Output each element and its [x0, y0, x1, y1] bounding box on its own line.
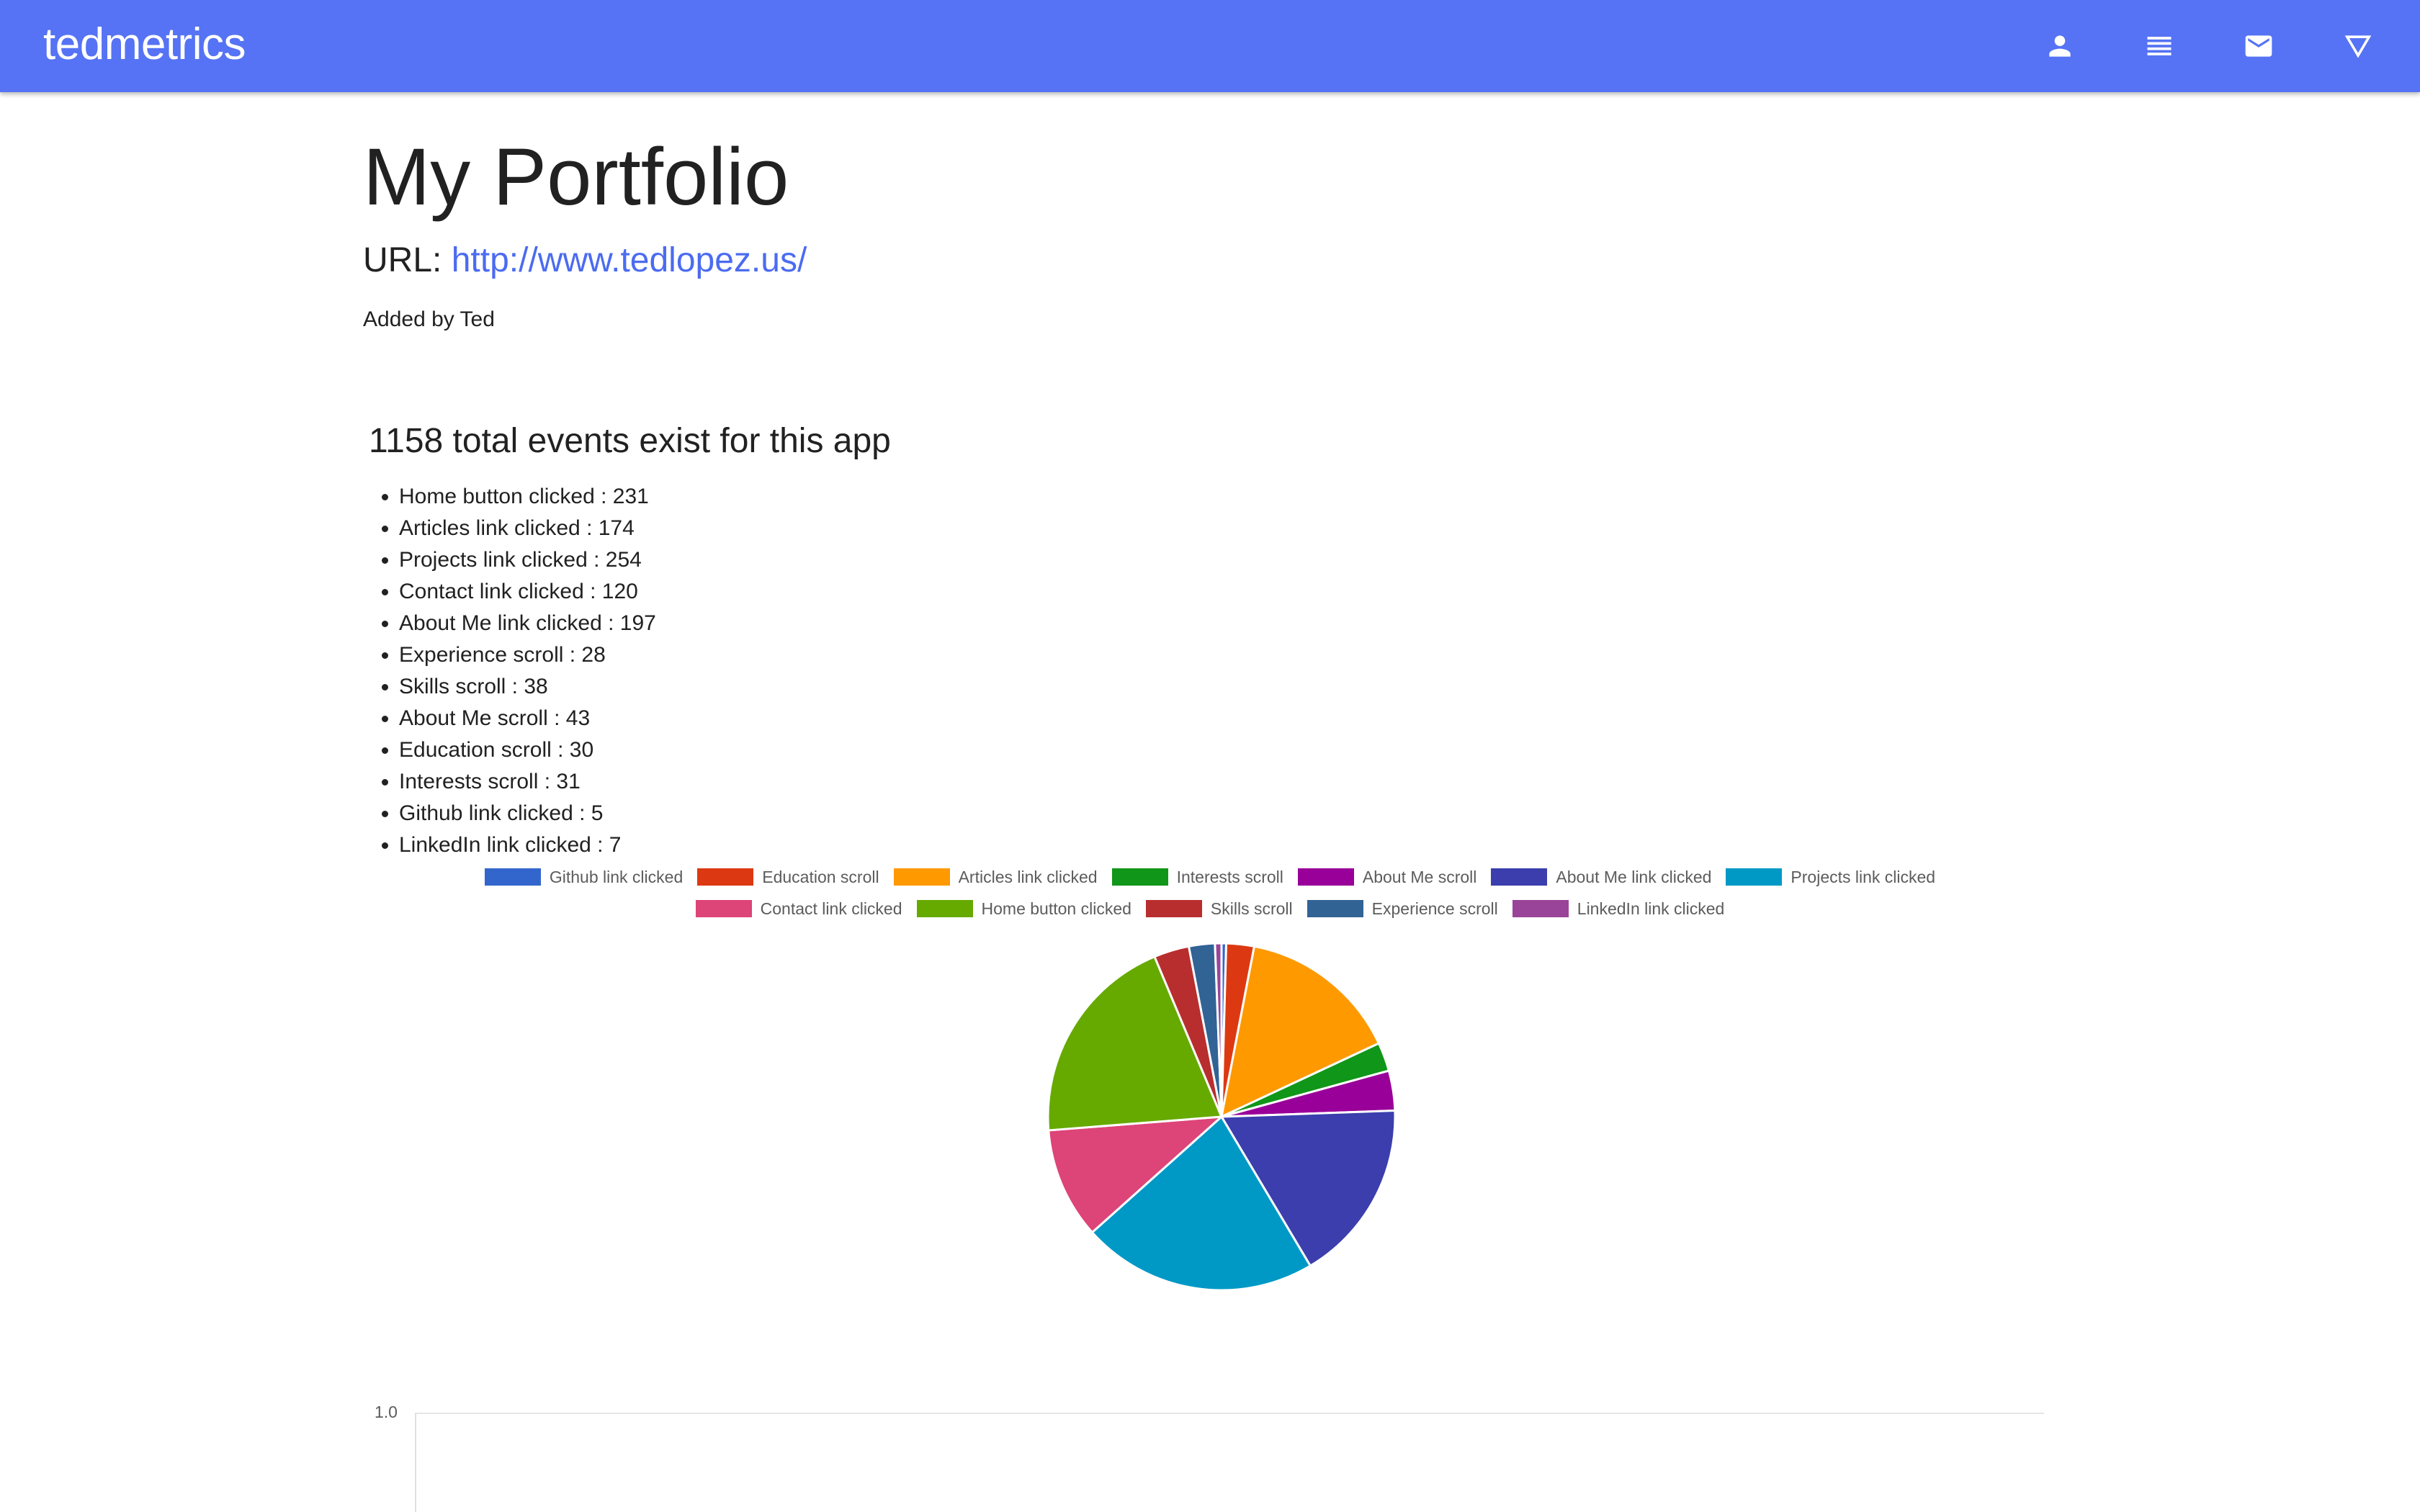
line-chart-y-tick-label: 1.0	[375, 1403, 398, 1421]
filter-icon	[2344, 35, 2372, 58]
legend-item[interactable]: Skills scroll	[1145, 899, 1293, 919]
legend-row: Github link clicked Education scroll Art…	[0, 861, 2420, 893]
added-by-text: Added by Ted	[363, 307, 495, 331]
event-list-item: LinkedIn link clicked : 7	[399, 829, 656, 861]
filter-button[interactable]	[2336, 24, 2380, 68]
legend-swatch	[1297, 868, 1354, 886]
legend-item[interactable]: About Me scroll	[1297, 867, 1477, 887]
legend-item[interactable]: Home button clicked	[916, 899, 1131, 919]
event-list-item: Contact link clicked : 120	[399, 576, 656, 608]
mail-icon	[2245, 35, 2272, 57]
event-list-item: Experience scroll : 28	[399, 639, 656, 671]
events-total-heading: 1158 total events exist for this app	[369, 422, 891, 460]
legend-swatch	[1307, 900, 1363, 917]
legend-swatch	[697, 868, 754, 886]
line-chart-plot-area	[415, 1413, 2044, 1512]
legend-swatch	[484, 868, 541, 886]
legend-swatch	[916, 900, 973, 917]
legend-label: Skills scroll	[1210, 899, 1293, 918]
url-label: URL:	[363, 241, 442, 279]
legend-swatch	[1491, 868, 1548, 886]
account-button[interactable]	[2038, 24, 2081, 68]
legend-swatch	[1726, 868, 1783, 886]
url-line: URL: http://www.tedlopez.us/	[363, 238, 807, 284]
legend-item[interactable]: LinkedIn link clicked	[1512, 899, 1725, 919]
legend-item[interactable]: Education scroll	[697, 868, 879, 887]
pie-chart-legend: Github link clicked Education scroll Art…	[0, 861, 2420, 924]
legend-swatch	[1111, 868, 1168, 886]
legend-row: Contact link clicked Home button clicked…	[0, 893, 2420, 924]
page-title: My Portfolio	[363, 132, 789, 222]
event-list-item: Articles link clicked : 174	[399, 513, 656, 544]
top-app-bar: tedmetrics	[0, 0, 2420, 92]
app-title[interactable]: tedmetrics	[43, 0, 246, 89]
legend-swatch	[893, 868, 950, 886]
legend-label: About Me scroll	[1362, 867, 1477, 886]
list-icon	[2147, 37, 2172, 55]
event-list-item: Interests scroll : 31	[399, 766, 656, 798]
event-list-item: Github link clicked : 5	[399, 798, 656, 829]
legend-label: Articles link clicked	[958, 867, 1098, 886]
legend-swatch	[1145, 900, 1202, 917]
legend-swatch	[1512, 900, 1569, 917]
event-list-item: Skills scroll : 38	[399, 671, 656, 703]
list-button[interactable]	[2138, 24, 2181, 68]
legend-item[interactable]: Interests scroll	[1111, 867, 1283, 887]
events-list: Home button clicked : 231 Articles link …	[363, 481, 656, 861]
mail-button[interactable]	[2237, 24, 2280, 68]
legend-label: Education scroll	[762, 867, 879, 886]
legend-item[interactable]: Articles link clicked	[893, 867, 1098, 887]
legend-label: Interests scroll	[1176, 867, 1283, 886]
event-list-item: Education scroll : 30	[399, 734, 656, 766]
portfolio-url-link[interactable]: http://www.tedlopez.us/	[452, 241, 807, 279]
event-list-item: Home button clicked : 231	[399, 481, 656, 513]
legend-item[interactable]: Github link clicked	[484, 867, 684, 887]
event-list-item: About Me scroll : 43	[399, 703, 656, 734]
legend-swatch	[695, 900, 752, 917]
legend-item[interactable]: Projects link clicked	[1726, 868, 1935, 887]
legend-label: Github link clicked	[549, 867, 684, 886]
legend-label: Experience scroll	[1371, 899, 1498, 918]
legend-item[interactable]: Contact link clicked	[695, 899, 902, 919]
legend-item[interactable]: About Me link clicked	[1491, 868, 1711, 887]
legend-label: LinkedIn link clicked	[1577, 899, 1725, 918]
event-list-item: About Me link clicked : 197	[399, 608, 656, 639]
legend-label: Contact link clicked	[760, 899, 902, 918]
legend-label: Projects link clicked	[1791, 867, 1936, 886]
legend-item[interactable]: Experience scroll	[1307, 899, 1498, 919]
person-icon	[2049, 35, 2071, 57]
legend-label: Home button clicked	[981, 899, 1131, 918]
event-list-item: Projects link clicked : 254	[399, 544, 656, 576]
legend-label: About Me link clicked	[1556, 867, 1712, 886]
